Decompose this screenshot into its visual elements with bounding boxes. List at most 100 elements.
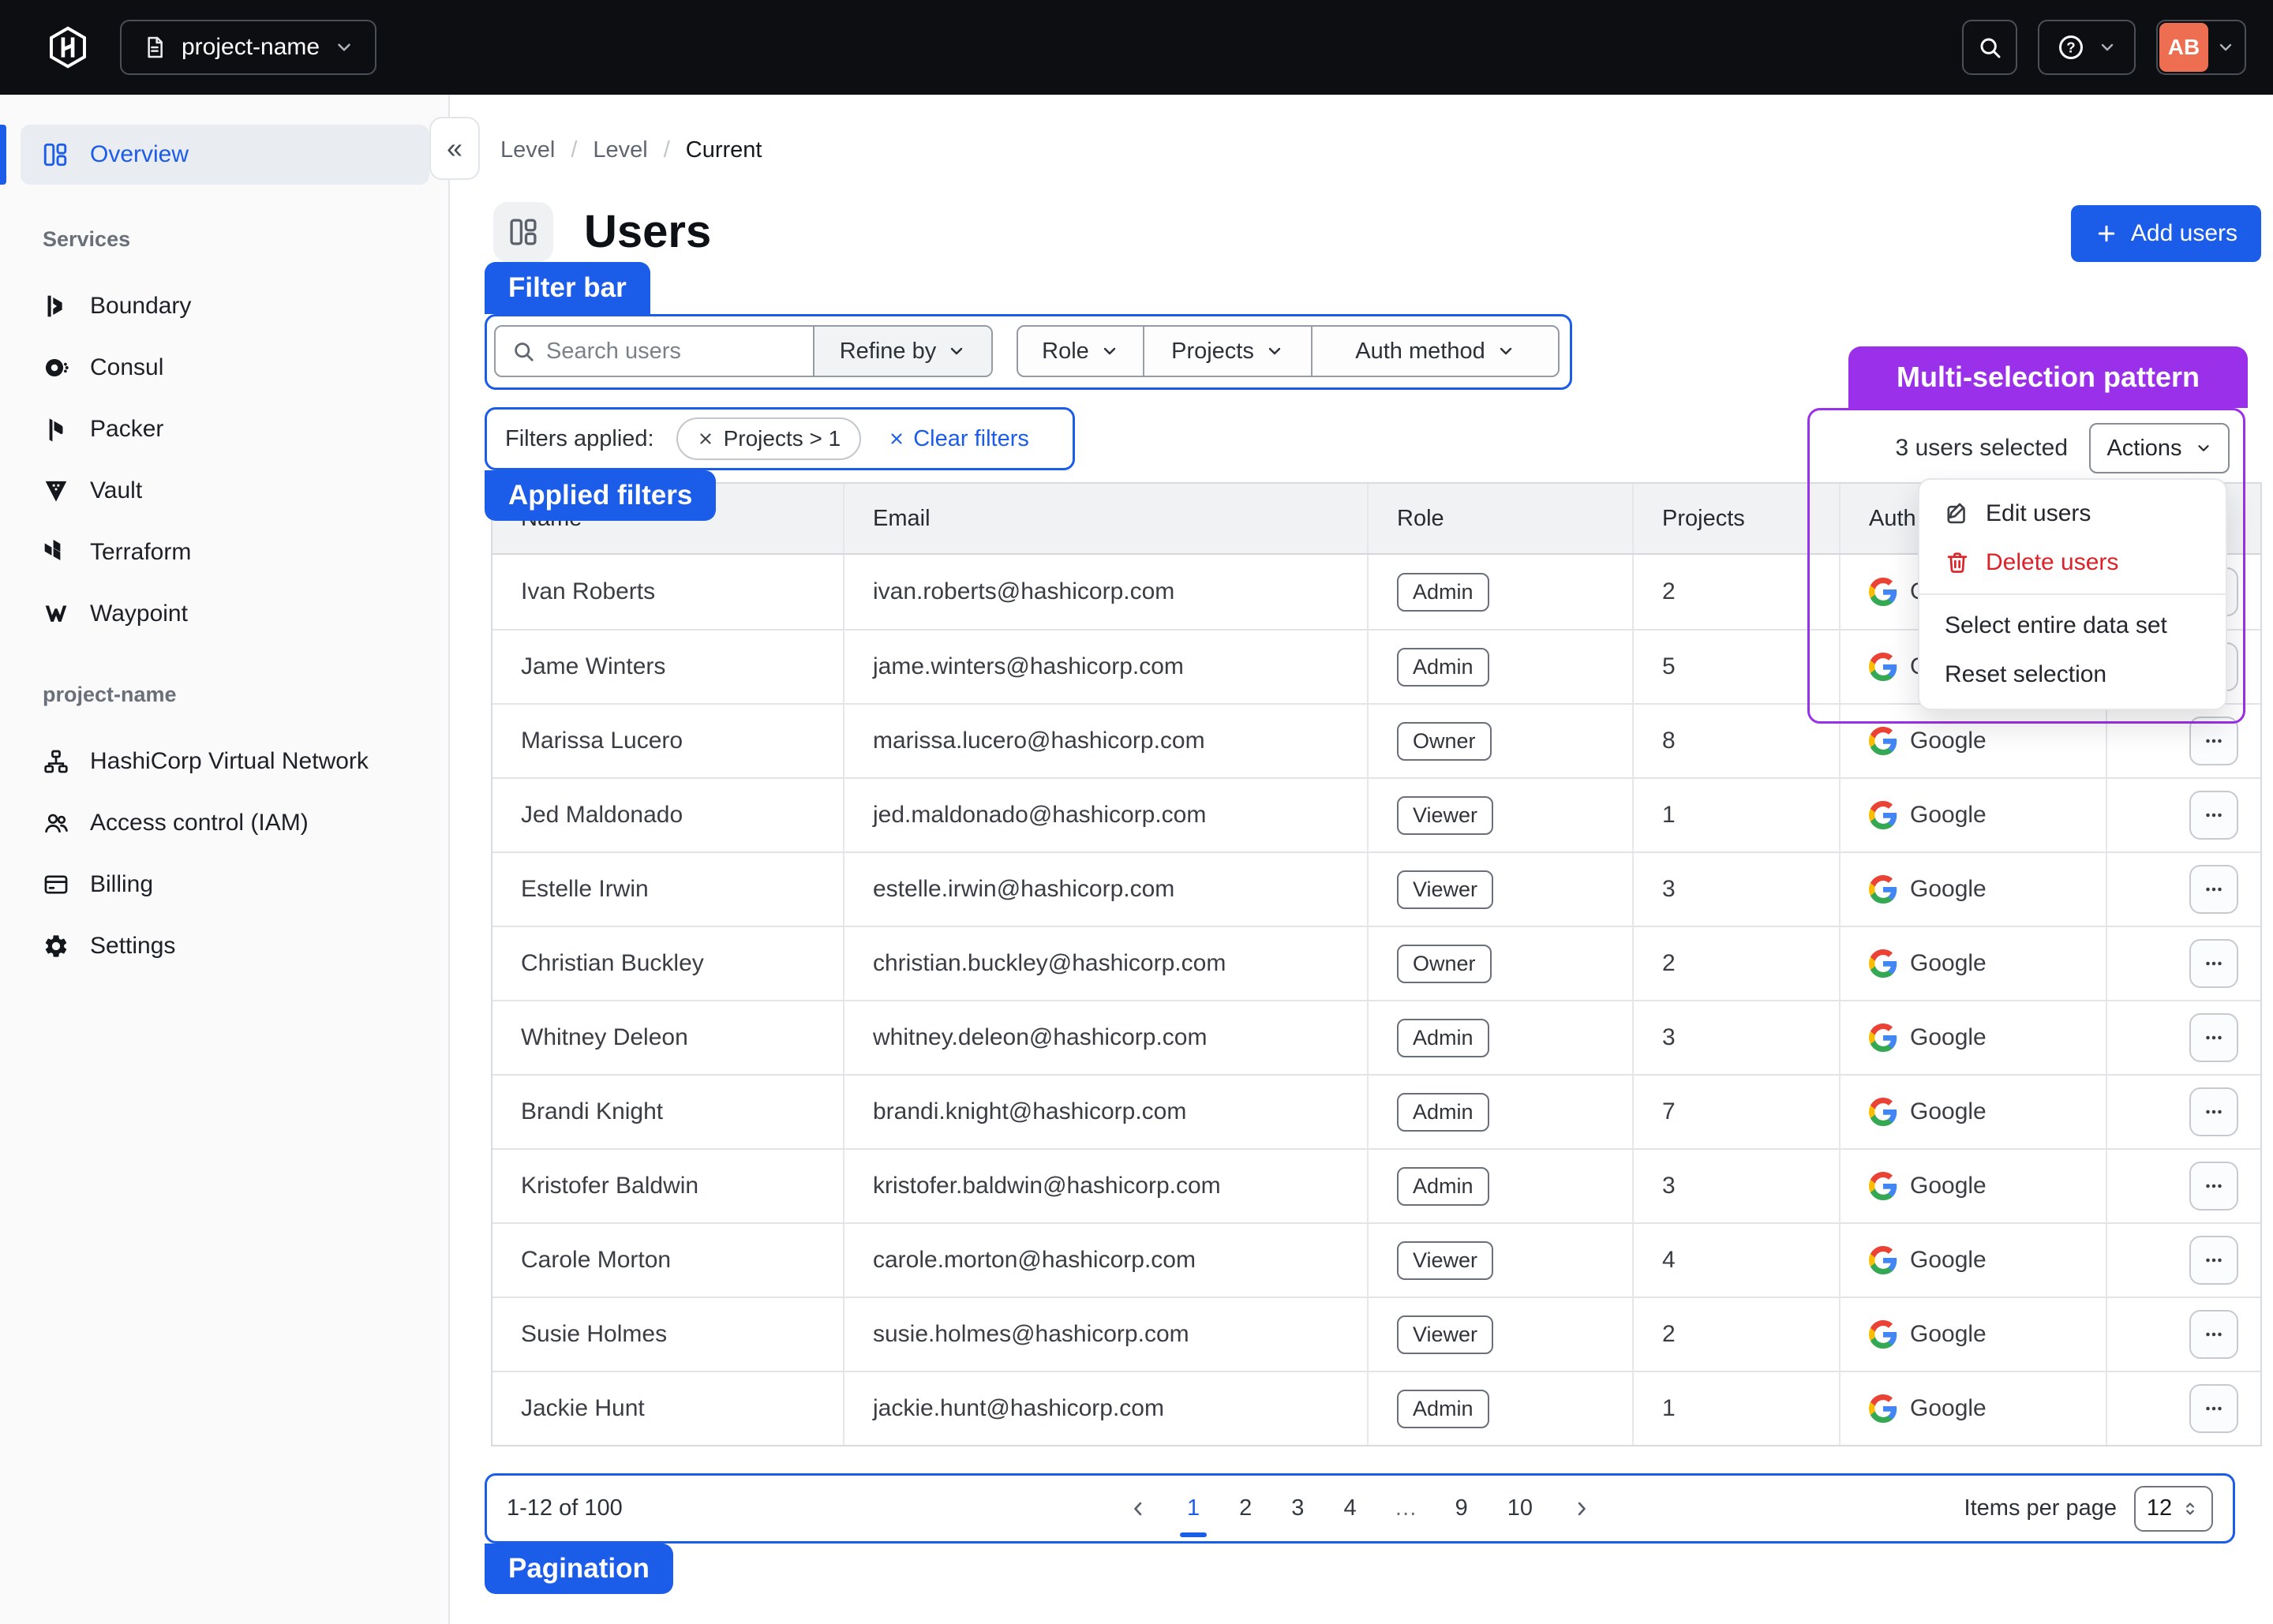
- search-input[interactable]: [546, 327, 813, 376]
- sidebar-item-terraform[interactable]: Terraform: [0, 522, 448, 583]
- auth-method-filter-button[interactable]: Auth method: [1311, 327, 1558, 376]
- clear-filters-link[interactable]: Clear filters: [888, 426, 1029, 452]
- cell-email: brandi.knight@hashicorp.com: [843, 1076, 1367, 1148]
- annotation-pagination: Pagination: [485, 1544, 673, 1594]
- users-icon: [43, 810, 69, 836]
- ellipsis-icon: [2202, 1100, 2226, 1124]
- trash-icon: [1945, 550, 1970, 575]
- page-button-2[interactable]: 2: [1238, 1492, 1253, 1525]
- row-menu-button[interactable]: [2189, 865, 2238, 914]
- search-refine-group: Refine by: [494, 325, 993, 377]
- breadcrumb-separator: /: [664, 137, 670, 163]
- row-menu-button[interactable]: [2189, 717, 2238, 765]
- row-menu-button[interactable]: [2189, 1236, 2238, 1285]
- add-users-button[interactable]: Add users: [2071, 205, 2261, 262]
- row-menu-button[interactable]: [2189, 939, 2238, 988]
- cell-auth: Google: [1839, 1076, 2106, 1148]
- page-button-4[interactable]: 4: [1342, 1492, 1357, 1525]
- cell-auth: Google: [1839, 927, 2106, 1000]
- sidebar-item-vault[interactable]: Vault: [0, 460, 448, 522]
- vault-icon: [43, 477, 69, 504]
- project-switcher[interactable]: project-name: [120, 20, 376, 75]
- sidebar-item-overview[interactable]: Overview: [21, 125, 429, 185]
- search-icon: [511, 339, 535, 363]
- page-ellipsis: …: [1395, 1495, 1417, 1521]
- sidebar-item-hvn[interactable]: HashiCorp Virtual Network: [0, 731, 448, 792]
- dismiss-icon[interactable]: [697, 430, 714, 447]
- cell-role: Admin: [1367, 1076, 1632, 1148]
- pagination-bar: 1-12 of 100 1 2 3 4 … 9 10 Items per pag…: [485, 1473, 2235, 1544]
- sidebar-item-settings[interactable]: Settings: [0, 915, 448, 977]
- filter-pill-projects[interactable]: Projects > 1: [676, 417, 862, 460]
- edit-icon: [1945, 501, 1970, 526]
- sidebar-item-waypoint[interactable]: Waypoint: [0, 583, 448, 645]
- sidebar-item-boundary[interactable]: Boundary: [0, 275, 448, 337]
- prev-page-button[interactable]: [1127, 1498, 1149, 1520]
- row-menu-button[interactable]: [2189, 1310, 2238, 1359]
- cell-auth: Google: [1839, 705, 2106, 777]
- cell-role: Viewer: [1367, 779, 1632, 851]
- chevron-down-icon: [947, 342, 966, 361]
- cell-email: kristofer.baldwin@hashicorp.com: [843, 1150, 1367, 1222]
- sidebar-item-access-control[interactable]: Access control (IAM): [0, 792, 448, 854]
- menu-item-select-entire-data-set[interactable]: Select entire data set: [1919, 601, 2226, 650]
- google-icon: [1869, 1394, 1897, 1423]
- menu-item-edit-users[interactable]: Edit users: [1919, 489, 2226, 538]
- table-row: Brandi Knight brandi.knight@hashicorp.co…: [492, 1074, 2260, 1148]
- cell-name: Susie Holmes: [492, 1298, 843, 1371]
- waypoint-icon: [43, 601, 69, 627]
- row-menu-button[interactable]: [2189, 1013, 2238, 1062]
- page-button-3[interactable]: 3: [1290, 1492, 1305, 1525]
- page-button-9[interactable]: 9: [1454, 1492, 1470, 1525]
- packer-icon: [43, 416, 69, 443]
- account-menu-button[interactable]: AB: [2156, 20, 2246, 75]
- table-row: Carole Morton carole.morton@hashicorp.co…: [492, 1222, 2260, 1297]
- next-page-button[interactable]: [1571, 1498, 1593, 1520]
- cell-auth: Google: [1839, 1372, 2106, 1445]
- row-menu-button[interactable]: [2189, 791, 2238, 840]
- table-row: Jackie Hunt jackie.hunt@hashicorp.com Ad…: [492, 1371, 2260, 1445]
- sidebar-item-billing[interactable]: Billing: [0, 854, 448, 915]
- row-menu-button[interactable]: [2189, 1087, 2238, 1136]
- actions-button[interactable]: Actions: [2089, 423, 2230, 473]
- menu-item-reset-selection[interactable]: Reset selection: [1919, 650, 2226, 699]
- breadcrumb-separator: /: [571, 137, 577, 163]
- chevron-down-icon: [2195, 440, 2212, 457]
- cell-projects: 2: [1632, 927, 1839, 1000]
- table-row: Jed Maldonado jed.maldonado@hashicorp.co…: [492, 777, 2260, 851]
- breadcrumb-level-2[interactable]: Level: [593, 137, 647, 163]
- sidebar-item-consul[interactable]: Consul: [0, 337, 448, 399]
- cell-role: Viewer: [1367, 1224, 1632, 1297]
- menu-item-delete-users[interactable]: Delete users: [1919, 538, 2226, 587]
- role-badge: Admin: [1397, 573, 1489, 612]
- gear-icon: [43, 933, 69, 960]
- cell-actions: [2106, 705, 2260, 777]
- page-button-1[interactable]: 1: [1185, 1492, 1201, 1525]
- selection-count: 3 users selected: [1863, 435, 2068, 462]
- cell-email: jed.maldonado@hashicorp.com: [843, 779, 1367, 851]
- items-per-page-select[interactable]: 12: [2134, 1486, 2213, 1532]
- column-header-role: Role: [1367, 484, 1632, 553]
- google-icon: [1869, 1023, 1897, 1052]
- sidebar-section-services: Services: [43, 227, 448, 252]
- ellipsis-icon: [2202, 729, 2226, 753]
- global-search-button[interactable]: [1962, 20, 2017, 75]
- role-filter-button[interactable]: Role: [1018, 327, 1143, 376]
- cell-actions: [2106, 1298, 2260, 1371]
- cell-email: jame.winters@hashicorp.com: [843, 631, 1367, 703]
- ellipsis-icon: [2202, 877, 2226, 901]
- row-menu-button[interactable]: [2189, 1162, 2238, 1211]
- overview-icon: [41, 140, 69, 169]
- cell-name: Jed Maldonado: [492, 779, 843, 851]
- refine-by-button[interactable]: Refine by: [813, 327, 991, 376]
- cell-projects: 3: [1632, 1150, 1839, 1222]
- cell-actions: [2106, 1224, 2260, 1297]
- help-menu-button[interactable]: [2038, 20, 2136, 75]
- projects-filter-button[interactable]: Projects: [1143, 327, 1311, 376]
- breadcrumb-level-1[interactable]: Level: [500, 137, 555, 163]
- sidebar-item-packer[interactable]: Packer: [0, 399, 448, 460]
- sidebar-collapse-button[interactable]: «: [429, 117, 480, 180]
- row-menu-button[interactable]: [2189, 1384, 2238, 1433]
- cell-name: Estelle Irwin: [492, 853, 843, 926]
- page-button-10[interactable]: 10: [1506, 1492, 1534, 1525]
